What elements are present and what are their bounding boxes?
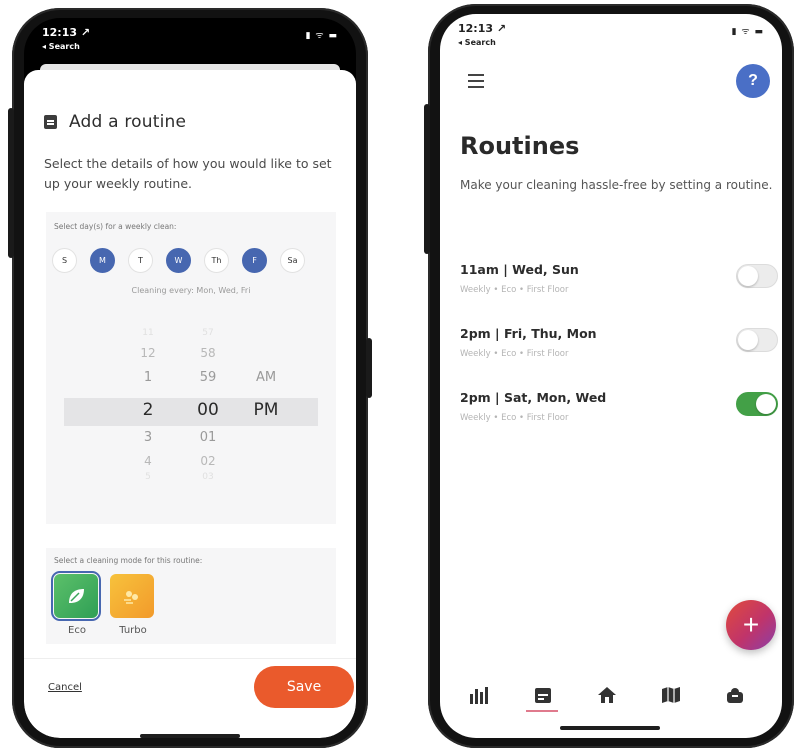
- sheet-backdrop-card: [40, 64, 340, 70]
- home-indicator: [560, 726, 660, 730]
- routine-row[interactable]: 2pm | Sat, Mon, Wed Weekly • Eco • First …: [460, 390, 778, 423]
- routine-toggle[interactable]: [736, 264, 778, 288]
- footer-divider: [24, 658, 356, 659]
- home-indicator: [140, 734, 240, 738]
- turbo-icon: [110, 574, 154, 618]
- hour-option: 12: [140, 346, 156, 360]
- minute-option: 57: [202, 328, 214, 338]
- help-button[interactable]: ?: [736, 64, 770, 98]
- toggle-knob: [738, 330, 758, 350]
- page-title: Routines: [460, 132, 580, 160]
- routine-toggle[interactable]: [736, 328, 778, 352]
- routine-details: Weekly • Eco • First Floor: [460, 413, 569, 423]
- left-phone-frame: 12:13 ↗ ◂ Search ▮ ᯤ ▬ Add a routine Sel…: [8, 8, 372, 748]
- home-icon[interactable]: [594, 682, 620, 708]
- signal-wifi-battery-icon: ▮ ᯤ ▬: [305, 31, 338, 41]
- status-time: 12:13 ↗: [42, 26, 91, 39]
- routine-title: 2pm | Fri, Thu, Mon: [460, 326, 597, 341]
- status-bar: 12:13 ↗ ◂ Search ▮ ᯤ ▬: [24, 18, 356, 62]
- leaf-icon: [51, 571, 101, 621]
- day-button[interactable]: Sa: [280, 248, 305, 273]
- calendar-icon: [44, 115, 57, 129]
- day-button[interactable]: M: [90, 248, 115, 273]
- mode-turbo[interactable]: Turbo: [110, 574, 156, 636]
- right-phone-frame: 12:13 ↗ ◂ Search ▮ ᯤ ▬ ? Routines Make y…: [424, 4, 794, 748]
- map-icon[interactable]: [658, 682, 684, 708]
- sheet-description: Select the details of how you would like…: [44, 156, 332, 191]
- toggle-knob: [756, 394, 776, 414]
- mode-turbo-label: Turbo: [119, 625, 147, 636]
- menu-icon[interactable]: [468, 74, 484, 92]
- page-title: Add a routine: [69, 112, 187, 132]
- status-bar: 12:13 ↗ ◂ Search ▮ ᯤ ▬: [440, 14, 782, 58]
- day-button[interactable]: W: [166, 248, 191, 273]
- status-time: 12:13 ↗: [458, 22, 507, 35]
- active-tab-indicator: [526, 710, 558, 712]
- hour-option: 5: [145, 472, 151, 482]
- robot-icon[interactable]: [722, 682, 748, 708]
- hour-option: 1: [143, 370, 153, 385]
- sheet-header: Add a routine: [44, 112, 186, 132]
- cancel-link[interactable]: Cancel: [48, 682, 82, 693]
- side-button: [424, 104, 430, 254]
- days-label: Select day(s) for a weekly clean:: [54, 222, 177, 231]
- day-button[interactable]: S: [52, 248, 77, 273]
- routine-details: Weekly • Eco • First Floor: [460, 349, 569, 359]
- routine-toggle[interactable]: [736, 392, 778, 416]
- time-picker[interactable]: 11 12 1 2 3 4 5 57 58 59 00 01 02 03 AM PM: [46, 322, 336, 482]
- minute-option: 03: [202, 472, 214, 482]
- back-to-search-link[interactable]: ◂ Search: [458, 38, 496, 47]
- ampm-option: AM: [255, 370, 277, 385]
- day-selector: S M T W Th F Sa: [52, 248, 305, 273]
- schedule-panel: Select day(s) for a weekly clean: S M T W Th…: [46, 212, 336, 524]
- day-button[interactable]: F: [242, 248, 267, 273]
- hour-option: 2: [142, 400, 154, 420]
- day-button[interactable]: T: [128, 248, 153, 273]
- mode-eco[interactable]: Eco: [51, 571, 101, 636]
- hour-option: 3: [143, 430, 153, 445]
- mode-panel: Select a cleaning mode for this routine:…: [46, 548, 336, 644]
- save-button[interactable]: Save: [254, 666, 354, 708]
- left-screen: 12:13 ↗ ◂ Search ▮ ᯤ ▬ Add a routine Sel…: [24, 18, 356, 738]
- routine-row[interactable]: 2pm | Fri, Thu, Mon Weekly • Eco • First …: [460, 326, 778, 359]
- add-routine-button[interactable]: +: [726, 600, 776, 650]
- minute-option: 00: [197, 400, 219, 420]
- hour-option: 4: [144, 454, 152, 468]
- minute-option: 58: [200, 346, 216, 360]
- right-screen: 12:13 ↗ ◂ Search ▮ ᯤ ▬ ? Routines Make y…: [440, 14, 782, 738]
- toggle-knob: [738, 266, 758, 286]
- ampm-option: PM: [253, 400, 279, 420]
- routine-title: 11am | Wed, Sun: [460, 262, 579, 277]
- side-button: [366, 338, 372, 398]
- cleaning-every-text: Cleaning every: Mon, Wed, Fri: [131, 286, 251, 295]
- minute-option: 01: [199, 430, 217, 445]
- calendar-icon[interactable]: [530, 682, 556, 708]
- minute-option: 59: [199, 370, 217, 385]
- signal-wifi-battery-icon: ▮ ᯤ ▬: [731, 27, 764, 37]
- stats-icon[interactable]: [466, 682, 492, 708]
- routine-row[interactable]: 11am | Wed, Sun Weekly • Eco • First Floo…: [460, 262, 778, 295]
- add-routine-sheet: Add a routine Select the details of how …: [24, 64, 356, 738]
- routine-details: Weekly • Eco • First Floor: [460, 285, 569, 295]
- side-button: [8, 108, 14, 258]
- mode-label: Select a cleaning mode for this routine:: [54, 556, 203, 565]
- day-button[interactable]: Th: [204, 248, 229, 273]
- back-to-search-link[interactable]: ◂ Search: [42, 42, 80, 51]
- page-subtitle: Make your cleaning hassle-free by settin…: [460, 178, 773, 192]
- tab-bar: [440, 678, 782, 714]
- mode-eco-label: Eco: [68, 625, 86, 636]
- hour-option: 11: [142, 328, 154, 338]
- routine-title: 2pm | Sat, Mon, Wed: [460, 390, 607, 405]
- minute-option: 02: [200, 454, 216, 468]
